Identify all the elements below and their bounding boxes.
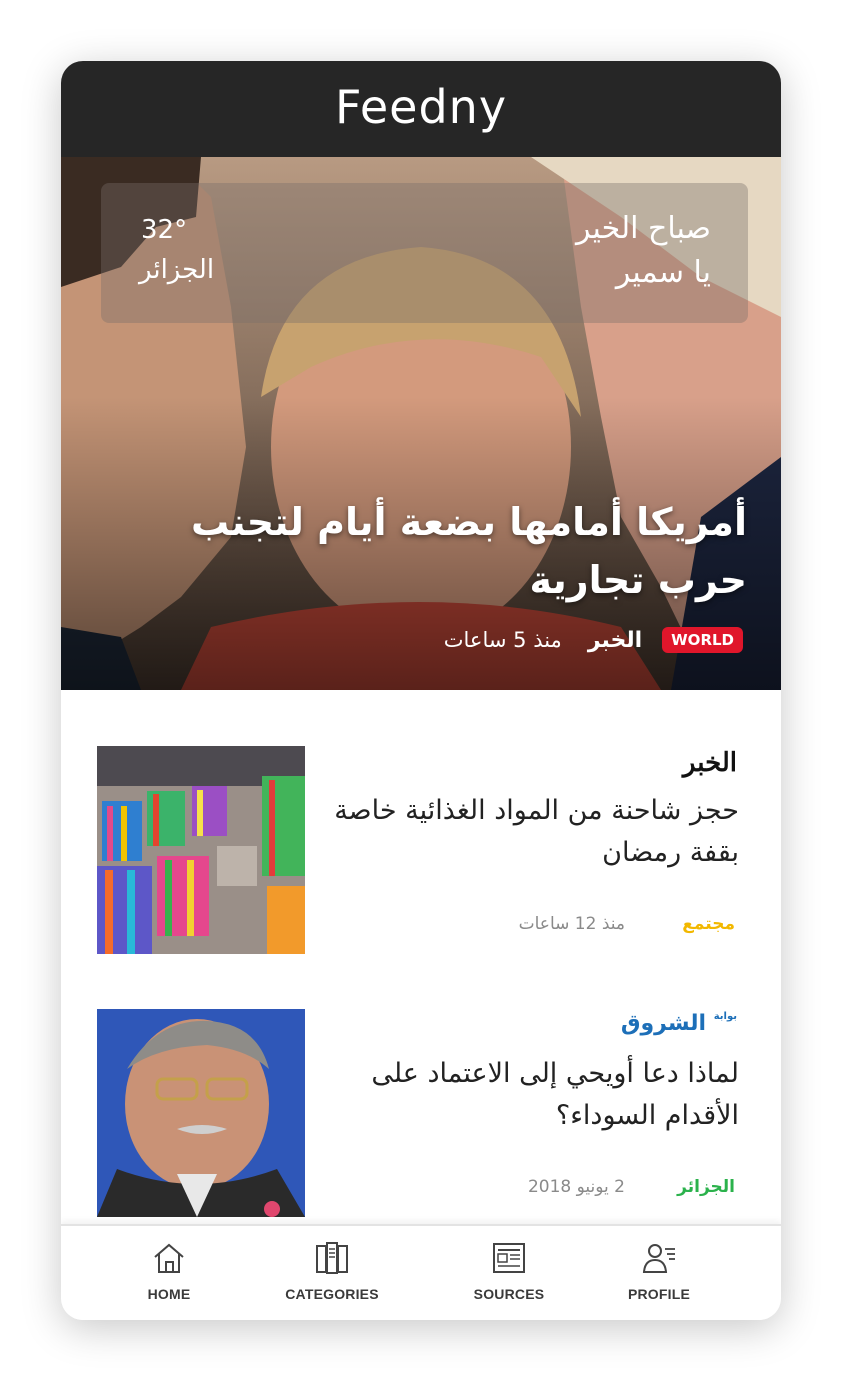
- app-logo: Feedny: [334, 80, 508, 134]
- newspaper-icon: [493, 1243, 525, 1273]
- weather-city: الجزائر: [139, 255, 215, 285]
- greeting-line-1: صباح الخير: [575, 211, 711, 246]
- weather-temperature: 32°: [141, 215, 188, 245]
- category-badge[interactable]: WORLD: [662, 627, 743, 653]
- hero-source[interactable]: الخبر: [588, 628, 642, 653]
- phone-frame: Feedny 32° الجزائر صباح الخير يا سمير أم…: [61, 61, 781, 1320]
- article-category[interactable]: الجزائر: [677, 1177, 735, 1197]
- article-card[interactable]: الخبر حجز شاحنة من المواد الغذائية خاصة …: [61, 746, 781, 956]
- nav-home[interactable]: HOME: [104, 1240, 234, 1302]
- nav-profile[interactable]: PROFILE: [594, 1240, 724, 1302]
- source-logo-text: الشروق: [620, 1011, 707, 1036]
- greeting-line-2: يا سمير: [615, 255, 711, 290]
- hero-time: منذ 5 ساعات: [443, 628, 562, 652]
- nav-categories-label: CATEGORIES: [285, 1286, 379, 1302]
- article-thumbnail: [97, 746, 305, 954]
- hero-headline[interactable]: أمريكا أمامها بضعة أيام لتجنب حرب تجارية: [147, 493, 747, 609]
- source-logo[interactable]: بوابة الشروق: [621, 1011, 737, 1036]
- article-time: منذ 12 ساعات: [518, 914, 625, 934]
- categories-icon: [316, 1242, 348, 1274]
- source-logo[interactable]: الخبر: [683, 748, 737, 778]
- app-header: Feedny: [61, 61, 781, 157]
- greeting-weather-card: [101, 183, 748, 323]
- source-logo-small: بوابة: [713, 1011, 737, 1022]
- article-thumbnail: [97, 1009, 305, 1217]
- nav-categories[interactable]: CATEGORIES: [267, 1240, 397, 1302]
- profile-icon: [642, 1244, 675, 1273]
- nav-profile-label: PROFILE: [627, 1286, 691, 1302]
- home-icon: [154, 1243, 184, 1273]
- hero-story[interactable]: 32° الجزائر صباح الخير يا سمير أمريكا أم…: [61, 157, 781, 690]
- article-category[interactable]: مجتمع: [682, 914, 735, 934]
- hero-meta: WORLD الخبر منذ 5 ساعات: [444, 627, 743, 653]
- article-title[interactable]: لماذا دعا أويحي إلى الاعتماد على الأقدام…: [329, 1053, 739, 1137]
- nav-sources[interactable]: SOURCES: [444, 1240, 574, 1302]
- article-card[interactable]: بوابة الشروق لماذا دعا أويحي إلى الاعتما…: [61, 1009, 781, 1219]
- article-time: 2 يونيو 2018: [527, 1177, 625, 1197]
- bottom-navigation: HOME CATEGORIES SOURCES PROFILE: [61, 1224, 781, 1320]
- nav-home-label: HOME: [147, 1286, 191, 1302]
- nav-sources-label: SOURCES: [473, 1286, 545, 1302]
- article-title[interactable]: حجز شاحنة من المواد الغذائية خاصة بقفة ر…: [329, 790, 739, 874]
